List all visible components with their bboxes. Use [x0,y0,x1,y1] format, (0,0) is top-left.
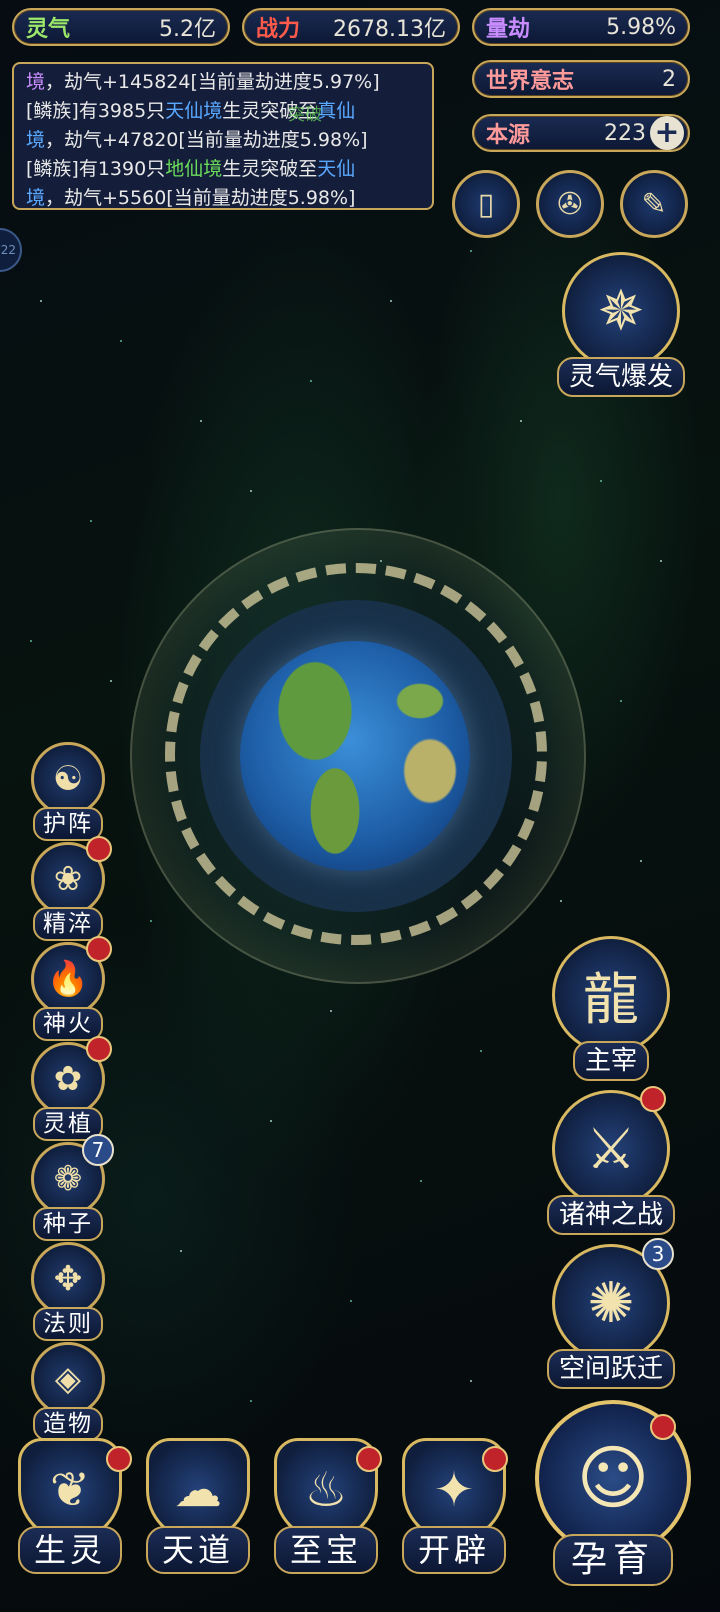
notification-dot [356,1446,382,1472]
feature-label: 主宰 [572,1041,649,1081]
notification-dot [640,1086,666,1112]
nav-label: 至宝 [273,1526,378,1574]
vortex-icon: ✇ [557,186,583,222]
feature-gods-war[interactable]: ⚔ 诸神之战 [546,1086,676,1235]
log-line-2: [鳞族]有3985只天仙境生灵突破至真仙 境，劫气+47820[当前量劫进度5.… [26,100,368,151]
notification-dot [482,1446,508,1472]
feature-label: 精淬 [33,907,103,941]
world-planet[interactable] [240,641,470,871]
nav-heaven-dao[interactable]: ☁ 天道 [138,1438,258,1608]
zhanli-value: 2678.13亿 [333,17,446,42]
notification-dot [86,836,112,862]
feature-creation[interactable]: ◈ 造物 [26,1342,110,1441]
event-log-panel[interactable]: 境，劫气+145824[当前量劫进度5.97%] [鳞族]有3985只天仙境生灵… [12,62,434,210]
nav-label: 开辟 [401,1526,506,1574]
feature-refine[interactable]: ❀ 精淬 [26,836,112,941]
origin-stat[interactable]: 本源 223 + [472,114,690,152]
liangjie-value: 5.98% [606,14,676,40]
space-jump-count-badge: 3 [642,1238,674,1270]
nav-creatures[interactable]: ❦ 生灵 [10,1438,132,1608]
planet-breakthrough-label: 突破 [288,105,322,125]
diamond-icon: ◈ [31,1342,105,1416]
feature-label: 种子 [33,1207,103,1241]
feature-label: 护阵 [33,807,103,841]
log-line-1: 境，劫气+145824[当前量劫进度5.97%] [26,71,380,93]
feature-law[interactable]: ✥ 法则 [26,1242,110,1341]
feature-seed[interactable]: ❁ 种子 7 [26,1134,114,1241]
world-will-label: 世界意志 [486,69,575,94]
feature-dominator[interactable]: 龍 主宰 [546,936,676,1081]
feature-divine-fire[interactable]: 🔥 神火 [26,936,112,1041]
seed-count-badge: 7 [82,1134,114,1166]
feature-space-jump[interactable]: ✺ 空间跃迁 3 [546,1238,676,1389]
law-icon: ✥ [31,1242,105,1316]
world-will-stat[interactable]: 世界意志 2 [472,60,690,98]
dragon-icon: 龍 [552,936,670,1054]
feature-label: 神火 [33,1007,103,1041]
feature-protect-array[interactable]: ☯ 护阵 [26,742,110,841]
spirit-burst-label: 灵气爆发 [556,357,685,397]
feature-spirit-plant[interactable]: ✿ 灵植 [26,1036,112,1141]
notification-dot [86,1036,112,1062]
nurture-button[interactable]: ☺ 孕育 [528,1400,698,1600]
world-will-value: 2 [662,66,676,92]
origin-label: 本源 [486,123,531,148]
origin-value: 223 [604,120,646,146]
spirit-burst-button[interactable]: ✵ 灵气爆发 [556,252,686,397]
feature-label: 法则 [33,1307,103,1341]
log-line-3: [鳞族]有1390只地仙境生灵突破至天仙 境，劫气+5560[当前量劫进度5.9… [26,158,356,209]
liangjie-label: 量劫 [486,17,531,42]
lingqi-label: 灵气 [26,17,71,42]
notification-dot [106,1446,132,1472]
lingqi-stat[interactable]: 灵气 5.2亿 [12,8,230,46]
book-icon: ▯ [477,186,495,222]
feature-label: 造物 [33,1407,103,1441]
book-button[interactable]: ▯ [452,170,520,238]
burst-icon: ✵ [562,252,680,370]
nav-open-world[interactable]: ✦ 开辟 [394,1438,514,1608]
zhanli-stat[interactable]: 战力 2678.13亿 [242,8,460,46]
zhanli-label: 战力 [256,17,301,42]
liangjie-stat[interactable]: 量劫 5.98% [472,8,690,46]
nav-label: 生灵 [17,1526,122,1574]
lingqi-value: 5.2亿 [159,17,216,42]
notification-dot [650,1414,676,1440]
feature-label: 空间跃迁 [546,1349,675,1389]
notification-dot [86,936,112,962]
yin-yang-icon: ☯ [31,742,105,816]
nurture-label: 孕育 [552,1534,673,1586]
add-origin-button[interactable]: + [650,116,684,150]
feature-label: 诸神之战 [546,1195,675,1235]
vortex-button[interactable]: ✇ [536,170,604,238]
scroll-icon: ✎ [641,186,667,222]
nav-label: 天道 [145,1526,250,1574]
nav-treasure[interactable]: ♨ 至宝 [266,1438,386,1608]
side-tab-label: 22 [0,243,16,257]
scroll-button[interactable]: ✎ [620,170,688,238]
